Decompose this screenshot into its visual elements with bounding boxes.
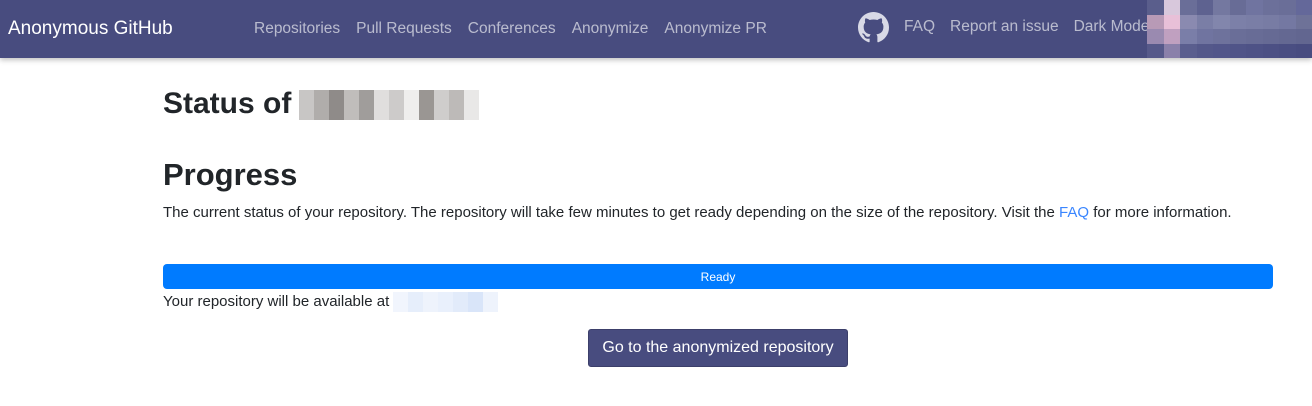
redacted-repo-name (299, 90, 480, 120)
github-icon[interactable] (858, 12, 889, 43)
progress-label: Ready (700, 269, 736, 284)
description-text-after: for more information. (1089, 204, 1232, 221)
status-label: Status of (163, 87, 292, 120)
nav-anonymize-pr[interactable]: Anonymize PR (664, 19, 767, 39)
go-to-anonymized-repo-button[interactable]: Go to the anonymized repository (588, 329, 848, 367)
nav-pull-requests[interactable]: Pull Requests (356, 19, 452, 39)
secondary-nav: FAQ Report an issue Dark Mode (904, 17, 1149, 37)
main-nav: Repositories Pull Requests Conferences A… (254, 19, 767, 39)
description-text-before: The current status of your repository. T… (163, 204, 1060, 221)
nav-conferences[interactable]: Conferences (468, 19, 556, 39)
nav-repositories[interactable]: Repositories (254, 19, 340, 39)
brand-logo[interactable]: Anonymous GitHub (8, 17, 173, 41)
status-heading: Status of (163, 86, 480, 122)
availability-text: Your repository will be available at (163, 293, 390, 310)
nav-report-issue[interactable]: Report an issue (950, 17, 1059, 37)
availability-line: Your repository will be available at (163, 291, 499, 313)
top-navbar: Anonymous GitHub Repositories Pull Reque… (0, 0, 1312, 58)
faq-link[interactable]: FAQ (1059, 204, 1089, 221)
progress-bar: Ready (163, 264, 1273, 289)
redacted-repo-url[interactable] (393, 292, 499, 312)
progress-description: The current status of your repository. T… (163, 201, 1273, 225)
nav-anonymize[interactable]: Anonymize (572, 19, 649, 39)
progress-heading: Progress (163, 157, 298, 192)
user-avatar[interactable] (1147, 0, 1312, 58)
nav-dark-mode[interactable]: Dark Mode (1074, 17, 1150, 37)
nav-faq[interactable]: FAQ (904, 17, 935, 37)
